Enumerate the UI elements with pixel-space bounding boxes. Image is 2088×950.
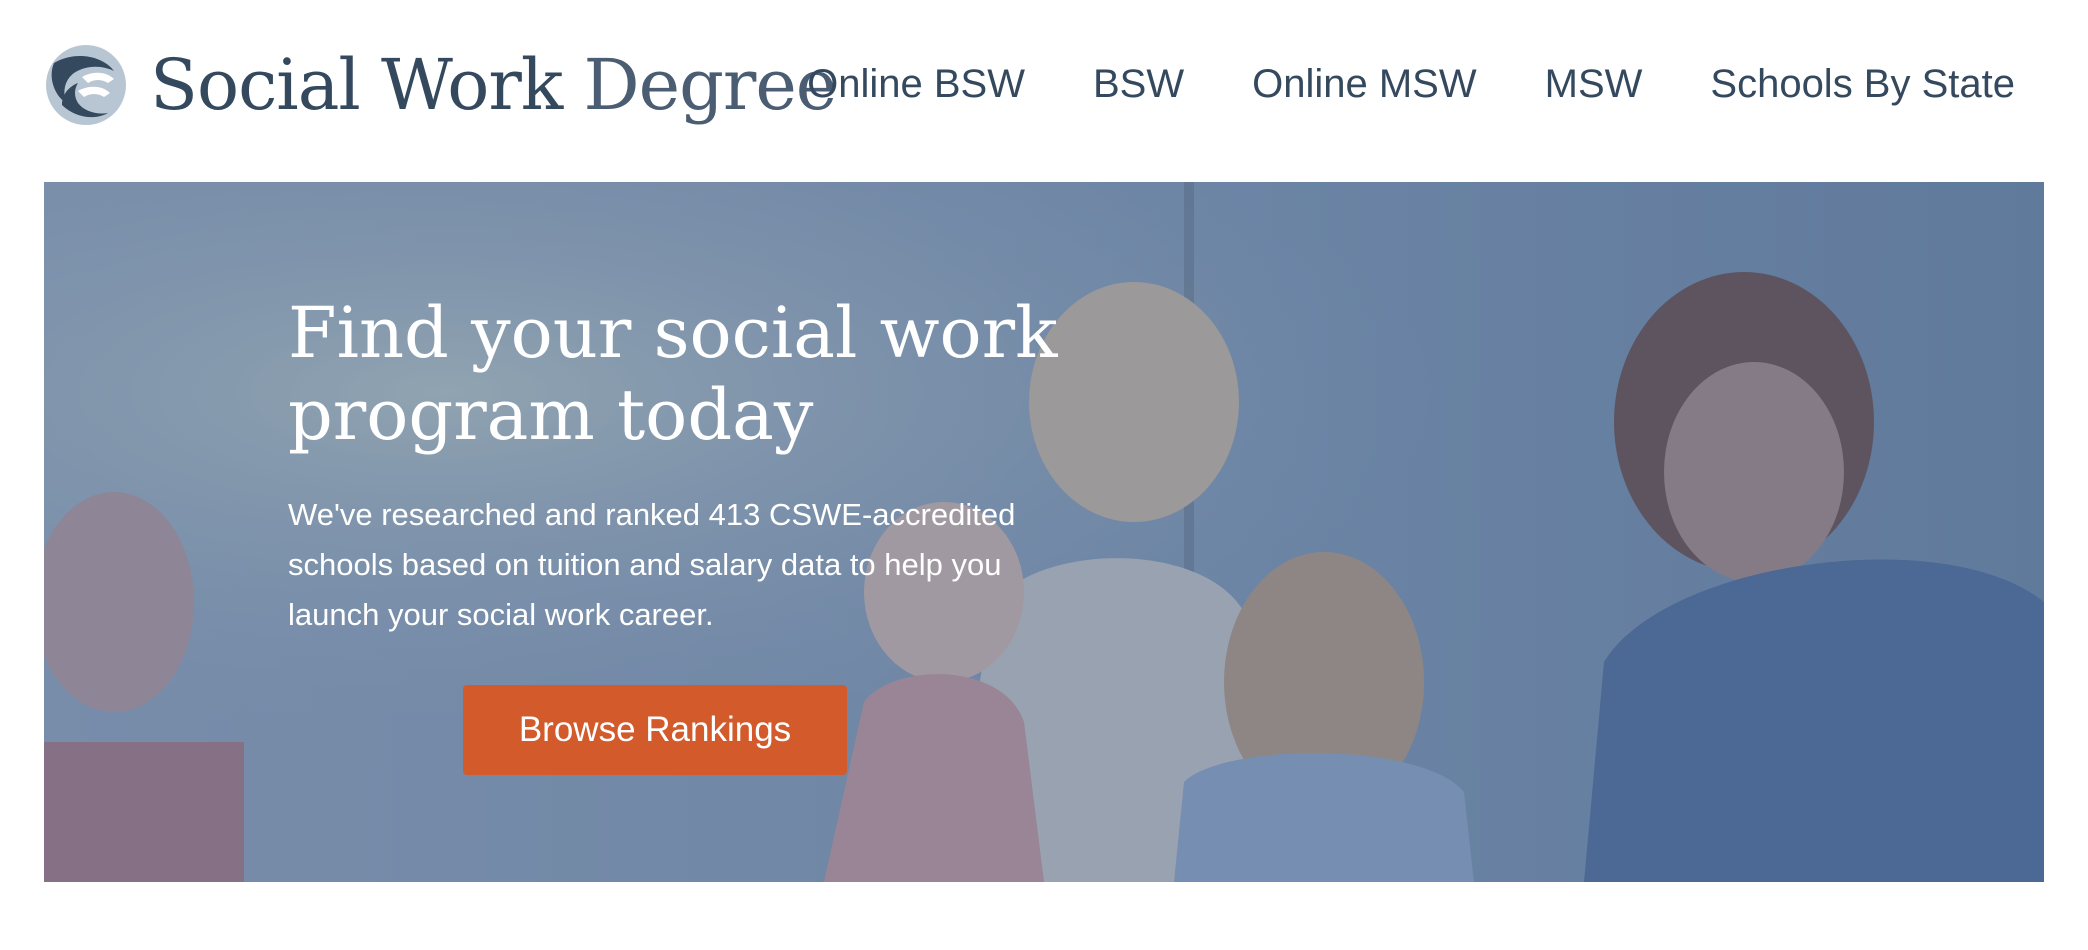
social-work-hands-logo-icon	[46, 45, 126, 125]
nav-schools-by-state[interactable]: Schools By State	[1710, 62, 2015, 107]
hero-title-line2: program today	[288, 374, 814, 456]
hero-banner: Find your social work program today We'v…	[44, 182, 2044, 882]
hero-description: We've researched and ranked 413 CSWE-acc…	[288, 497, 1016, 632]
logo-name-bold: Social Work	[150, 44, 563, 126]
site-logo[interactable]: Social Work Degree	[44, 40, 837, 130]
nav-online-bsw[interactable]: Online BSW	[807, 62, 1025, 107]
browse-rankings-button[interactable]: Browse Rankings	[463, 685, 847, 775]
site-logo-text: Social Work Degree	[150, 50, 837, 120]
hero-title: Find your social work program today	[288, 292, 1088, 456]
nav-bsw[interactable]: BSW	[1093, 62, 1184, 107]
nav-online-msw[interactable]: Online MSW	[1252, 62, 1477, 107]
site-header: Social Work Degree Online BSW BSW Online…	[0, 0, 2088, 182]
logo-name-light: Degree	[583, 44, 838, 126]
hero-content: Find your social work program today We'v…	[288, 292, 1088, 640]
nav-msw[interactable]: MSW	[1545, 62, 1643, 107]
main-nav: Online BSW BSW Online MSW MSW Schools By…	[807, 62, 2015, 107]
hero-title-line1: Find your social work	[288, 292, 1058, 374]
